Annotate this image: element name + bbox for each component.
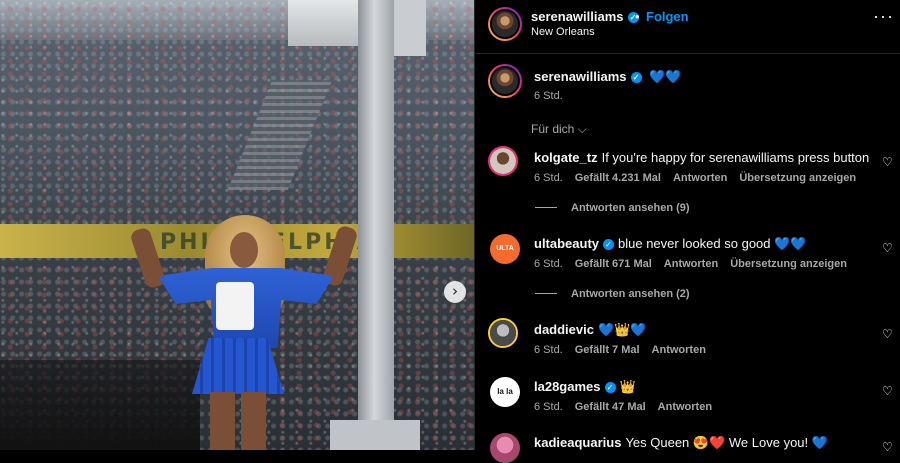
comment-text: 💙👑💙 bbox=[597, 322, 647, 337]
caption-username[interactable]: serenawilliams ✓ 💙💙 bbox=[534, 69, 682, 85]
reply-button[interactable]: Antworten bbox=[673, 172, 727, 184]
like-heart-icon[interactable]: ♡ bbox=[882, 241, 893, 255]
comment-text: 👑 bbox=[619, 379, 636, 394]
comment-likes[interactable]: Gefällt 4.231 Mal bbox=[575, 172, 661, 184]
location-link[interactable]: New Orleans bbox=[531, 26, 595, 38]
verified-badge-icon: ✓ bbox=[603, 239, 615, 250]
reply-button[interactable]: Antworten bbox=[664, 258, 718, 270]
comment-username[interactable]: ultabeauty bbox=[534, 236, 599, 251]
comment-time: 6 Std. bbox=[534, 344, 563, 356]
view-replies-button[interactable]: Antworten ansehen (2) bbox=[535, 288, 690, 300]
caption-username-text[interactable]: serenawilliams bbox=[534, 69, 627, 84]
like-heart-icon[interactable]: ♡ bbox=[882, 440, 893, 454]
caption-time: 6 Std. bbox=[534, 90, 563, 102]
verified-badge-icon: ✓ bbox=[630, 72, 642, 83]
comment-username[interactable]: daddievic bbox=[534, 322, 594, 337]
comment-time: 6 Std. bbox=[534, 401, 563, 413]
translate-button[interactable]: Übersetzung anzeigen bbox=[739, 172, 856, 184]
comment-meta: 6 Std. Gefällt 47 Mal Antworten bbox=[534, 401, 712, 413]
comment-text: blue never looked so good 💙💙 bbox=[618, 236, 807, 251]
caption-avatar[interactable] bbox=[488, 64, 522, 98]
comment-avatar[interactable]: la la bbox=[490, 377, 520, 407]
post-header: serenawilliams ✓ • Folgen New Orleans ··· bbox=[475, 0, 900, 54]
comment-filter-dropdown[interactable]: Für dich ⌵ bbox=[531, 122, 587, 137]
post-photo[interactable]: PHILADELPHIA › bbox=[0, 0, 474, 450]
comment-likes[interactable]: Gefällt 671 Mal bbox=[575, 258, 652, 270]
comment-meta: 6 Std. Gefällt 4.231 Mal Antworten Übersetz… bbox=[534, 172, 856, 184]
comment-time: 6 Std. bbox=[534, 172, 563, 184]
separator-dot: • bbox=[635, 9, 640, 24]
author-username[interactable]: serenawilliams ✓ bbox=[531, 9, 639, 24]
comment-meta: 6 Std. Gefällt 7 Mal Antworten bbox=[534, 344, 706, 356]
comment-time: 6 Std. bbox=[534, 258, 563, 270]
comment-meta: 6 Std. Gefällt 671 Mal Antworten Übersetzun… bbox=[534, 258, 847, 270]
performer bbox=[0, 0, 474, 450]
comments-panel: serenawilliams ✓ • Folgen New Orleans ···… bbox=[474, 0, 900, 463]
comment-avatar[interactable] bbox=[490, 433, 520, 463]
translate-button[interactable]: Übersetzung anzeigen bbox=[730, 258, 847, 270]
author-username-text[interactable]: serenawilliams bbox=[531, 9, 624, 24]
more-options-icon[interactable]: ··· bbox=[873, 6, 894, 27]
reply-button[interactable]: Antworten bbox=[658, 401, 712, 413]
comment-avatar[interactable] bbox=[488, 318, 518, 348]
comment-body: kadieaquarius Yes Queen 😍❤️ We Love you! … bbox=[534, 435, 828, 451]
comment-avatar[interactable]: ULTA bbox=[490, 234, 520, 264]
comment-username[interactable]: kolgate_tz bbox=[534, 150, 598, 165]
like-heart-icon[interactable]: ♡ bbox=[882, 384, 893, 398]
performer-legs bbox=[210, 392, 266, 450]
comment-body: la28games ✓ 👑 bbox=[534, 379, 636, 395]
verified-badge-icon: ✓ bbox=[604, 382, 616, 393]
comment-likes[interactable]: Gefällt 7 Mal bbox=[575, 344, 640, 356]
comment-username[interactable]: kadieaquarius bbox=[534, 435, 621, 450]
like-heart-icon[interactable]: ♡ bbox=[882, 155, 893, 169]
next-image-button[interactable]: › bbox=[444, 281, 466, 303]
performer-face bbox=[230, 232, 258, 268]
performer-top bbox=[216, 282, 254, 330]
comment-username[interactable]: la28games bbox=[534, 379, 601, 394]
comment-text: If you're happy for serenawilliams press… bbox=[601, 150, 870, 165]
comment-text: Yes Queen 😍❤️ We Love you! 💙 bbox=[625, 435, 828, 450]
author-avatar[interactable] bbox=[488, 7, 522, 41]
comment-avatar[interactable] bbox=[488, 146, 518, 176]
comment-body: ultabeauty ✓ blue never looked so good 💙💙 bbox=[534, 236, 807, 252]
comment-body: kolgate_tz If you're happy for serenawill… bbox=[534, 150, 869, 165]
comment-likes[interactable]: Gefällt 47 Mal bbox=[575, 401, 646, 413]
comment-body: daddievic 💙👑💙 bbox=[534, 322, 647, 338]
follow-button[interactable]: Folgen bbox=[646, 9, 689, 24]
view-replies-button[interactable]: Antworten ansehen (9) bbox=[535, 202, 690, 214]
like-heart-icon[interactable]: ♡ bbox=[882, 327, 893, 341]
reply-button[interactable]: Antworten bbox=[652, 344, 706, 356]
caption-text: 💙💙 bbox=[649, 69, 682, 84]
